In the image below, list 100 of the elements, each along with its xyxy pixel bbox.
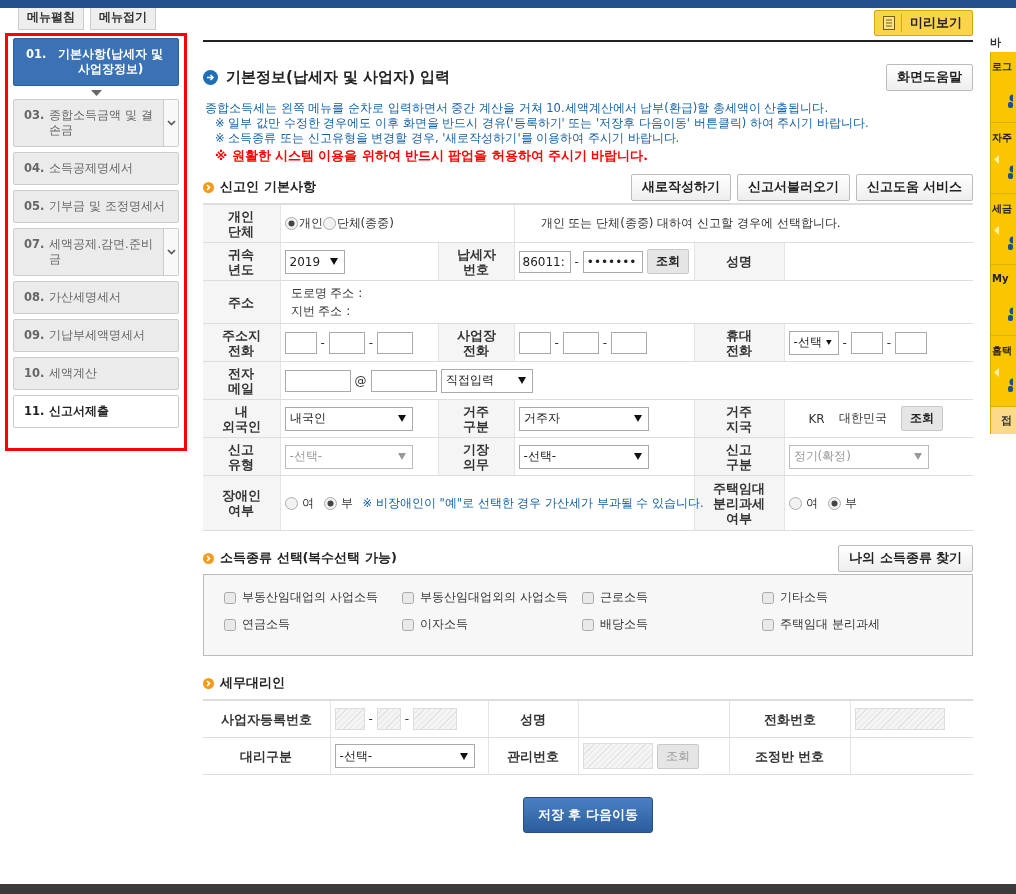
field-label: 거주 지국 xyxy=(726,403,752,434)
radio-label: 부 xyxy=(340,494,353,512)
radio-label: 부 xyxy=(844,494,857,512)
action-button[interactable]: 신고서불러오기 xyxy=(736,173,850,201)
caret-icon xyxy=(633,415,642,422)
lookup-button[interactable]: 조회 xyxy=(646,249,689,274)
caret-icon xyxy=(825,339,832,346)
input-field[interactable] xyxy=(850,331,883,354)
field-label: 신고 구분 xyxy=(726,441,752,472)
radio-button[interactable] xyxy=(323,496,337,510)
input-field[interactable] xyxy=(284,331,317,354)
triangle-icon[interactable] xyxy=(994,226,999,235)
quick-menu-item[interactable]: My xyxy=(992,273,1009,284)
radio-label: 개인 xyxy=(298,215,323,232)
menu-toggle-button[interactable]: 메뉴펼침 xyxy=(18,8,84,30)
checkbox[interactable] xyxy=(224,618,236,631)
notice-text: ※ 원활한 시스템 이용을 위하여 반드시 팝업을 허용하여 주시기 바랍니다. xyxy=(214,147,650,165)
caret-icon xyxy=(397,453,406,460)
document-icon xyxy=(883,16,895,30)
input-field[interactable] xyxy=(562,331,599,354)
field-label: 장애인 여부 xyxy=(221,488,261,518)
checkbox-label: 부동산임대업의 사업소득 xyxy=(242,589,378,606)
radio-label: 여 xyxy=(805,494,818,512)
quick-menu-item[interactable]: 세금 xyxy=(992,202,1012,216)
dropdown[interactable]: -선택- xyxy=(518,444,649,469)
radio-button[interactable] xyxy=(788,496,802,510)
dropdown[interactable]: 내국인 xyxy=(284,406,413,431)
at-sign-text: @ xyxy=(354,373,367,388)
dropdown[interactable]: 2019 xyxy=(284,249,345,274)
triangle-icon[interactable] xyxy=(994,368,999,377)
checkbox[interactable] xyxy=(582,591,594,604)
field-label: 전화번호 xyxy=(763,711,816,727)
quick-menu-item[interactable]: 로그 xyxy=(992,60,1012,74)
radio-button[interactable] xyxy=(284,217,298,230)
action-button[interactable]: 새로작성하기 xyxy=(630,173,731,201)
checkbox[interactable] xyxy=(762,591,774,604)
checkbox-label: 연금소득 xyxy=(242,616,290,633)
checkbox-label: 배당소득 xyxy=(600,616,648,633)
caret-icon xyxy=(633,453,642,460)
radio-button[interactable] xyxy=(284,496,298,510)
checkbox[interactable] xyxy=(224,591,236,604)
field-label: 주소지 전화 xyxy=(221,327,261,358)
checkbox-label: 이자소득 xyxy=(420,616,468,633)
note-text: ※ 비장애인이 "예"로 선택한 경우 가산세가 부과될 수 있습니다. xyxy=(362,495,704,511)
input-field[interactable] xyxy=(611,331,648,354)
checkbox-label: 기타소득 xyxy=(780,589,828,606)
menu-toggle-button[interactable]: 메뉴접기 xyxy=(90,8,156,30)
field-label: 신고 유형 xyxy=(228,441,255,472)
notice-text: 종합소득세는 왼쪽 메뉴를 순차로 입력하면서 중간 계산을 거쳐 10.세액계산에서 납부(환급)할 총세액이 산출됩니다. xyxy=(205,101,830,116)
find-income-type-button[interactable]: 나의 소득종류 찾기 xyxy=(838,544,973,572)
input-field[interactable] xyxy=(370,369,437,392)
input-field[interactable] xyxy=(284,369,351,392)
input-field[interactable]: 86011: xyxy=(518,250,571,273)
field-label: 기장 의무 xyxy=(463,441,489,472)
triangle-icon[interactable] xyxy=(994,155,999,164)
quick-menu-title: 바 xyxy=(990,35,1002,50)
input-field[interactable] xyxy=(377,331,414,354)
checkbox[interactable] xyxy=(402,618,414,631)
section-title: 신고인 기본사항 xyxy=(220,178,317,196)
input-field[interactable] xyxy=(518,331,551,354)
password-field[interactable]: ••••••• xyxy=(582,250,643,273)
separator-text: - xyxy=(602,335,608,350)
radio-button[interactable] xyxy=(322,217,336,230)
input-field[interactable] xyxy=(328,331,365,354)
bullet-icon xyxy=(203,677,214,689)
input-field[interactable] xyxy=(895,331,928,354)
notice-text: ※ 소득종류 또는 신고유형을 변경할 경우, '새로작성하기'를 이용하여 주시기 바랍니다. xyxy=(214,131,681,146)
bullet-icon xyxy=(203,552,214,564)
dropdown[interactable]: 거주자 xyxy=(518,406,649,431)
radio-button[interactable] xyxy=(827,496,841,510)
sidebar-item[interactable]: 11. 신고서제출 xyxy=(13,395,179,428)
caret-icon xyxy=(329,258,338,265)
checkbox[interactable] xyxy=(582,618,594,631)
quick-menu-item[interactable]: 자주 xyxy=(992,131,1012,145)
fold-button[interactable]: 접 xyxy=(991,407,1016,434)
caret-icon xyxy=(397,415,406,422)
separator-text: - xyxy=(574,254,579,269)
separator-text: - xyxy=(368,335,374,350)
dropdown[interactable]: 직접입력 xyxy=(440,368,533,393)
save-next-button[interactable]: 저장 후 다음이동 xyxy=(522,797,654,833)
arrow-circle-icon xyxy=(203,70,218,85)
checkbox[interactable] xyxy=(762,618,774,631)
field-label: 사업자등록번호 xyxy=(220,711,312,727)
radio-label: 단체(종중) xyxy=(336,215,394,232)
separator-text: - xyxy=(404,712,410,726)
preview-button[interactable]: 미리보기 xyxy=(874,10,973,36)
dropdown[interactable]: -선택 xyxy=(788,330,839,355)
checkbox[interactable] xyxy=(402,591,414,604)
field-label: 주소 xyxy=(228,294,255,310)
section-title: 소득종류 선택(복수선택 가능) xyxy=(220,549,398,567)
quick-menu-item[interactable]: 홈택 xyxy=(992,344,1012,358)
separator-text: - xyxy=(320,335,325,350)
lookup-button[interactable]: 조회 xyxy=(900,406,943,431)
separator-text: - xyxy=(554,335,559,350)
field-label: 귀속 년도 xyxy=(228,246,255,277)
bullet-icon xyxy=(203,181,214,193)
help-button[interactable]: 화면도움말 xyxy=(886,64,973,91)
action-button[interactable]: 신고도움 서비스 xyxy=(855,173,973,201)
sidebar-item[interactable]: 01. 기본사항(납세자 및 사업장정보) xyxy=(13,38,179,86)
address-text: 지번 주소 : xyxy=(290,303,352,320)
